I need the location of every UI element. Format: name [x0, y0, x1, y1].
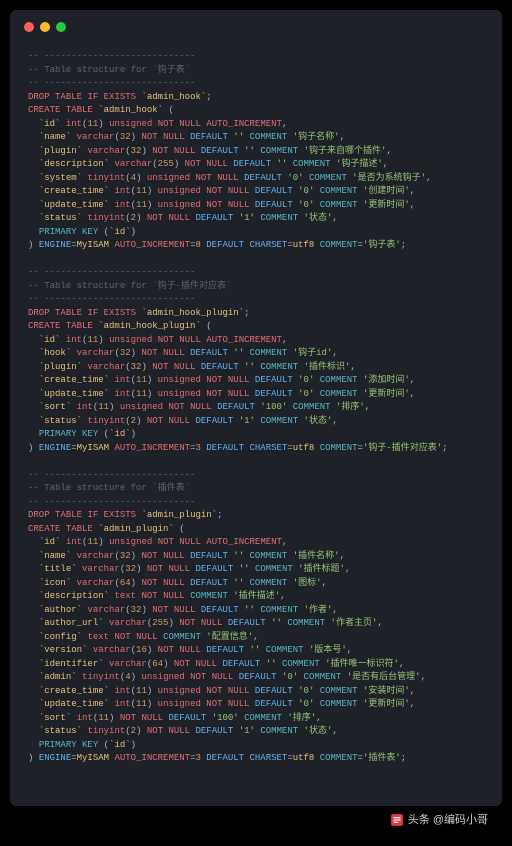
- code-line: CREATE TABLE `admin_hook_plugin` (: [28, 320, 484, 334]
- code-line: `name` varchar(32) NOT NULL DEFAULT '' C…: [28, 131, 484, 145]
- code-line: DROP TABLE IF EXISTS `admin_hook_plugin`…: [28, 307, 484, 321]
- code-line: ) ENGINE=MyISAM AUTO_INCREMENT=8 DEFAULT…: [28, 239, 484, 253]
- code-line: `identifier` varchar(64) NOT NULL DEFAUL…: [28, 658, 484, 672]
- code-line: `plugin` varchar(32) NOT NULL DEFAULT ''…: [28, 361, 484, 375]
- code-line: `status` tinyint(2) NOT NULL DEFAULT '1'…: [28, 212, 484, 226]
- code-line: `version` varchar(16) NOT NULL DEFAULT '…: [28, 644, 484, 658]
- code-line: `plugin` varchar(32) NOT NULL DEFAULT ''…: [28, 145, 484, 159]
- code-line: `id` int(11) unsigned NOT NULL AUTO_INCR…: [28, 334, 484, 348]
- code-line: CREATE TABLE `admin_plugin` (: [28, 523, 484, 537]
- code-line: `config` text NOT NULL COMMENT '配置信息',: [28, 631, 484, 645]
- code-line: `update_time` int(11) unsigned NOT NULL …: [28, 199, 484, 213]
- code-line: `system` tinyint(4) unsigned NOT NULL DE…: [28, 172, 484, 186]
- code-line: `name` varchar(32) NOT NULL DEFAULT '' C…: [28, 550, 484, 564]
- code-line: `status` tinyint(2) NOT NULL DEFAULT '1'…: [28, 415, 484, 429]
- code-line: PRIMARY KEY (`id`): [28, 739, 484, 753]
- code-line: `author_url` varchar(255) NOT NULL DEFAU…: [28, 617, 484, 631]
- comment-line: -- Table structure for `钩子表`: [28, 64, 484, 78]
- code-line: `create_time` int(11) unsigned NOT NULL …: [28, 685, 484, 699]
- code-line: `update_time` int(11) unsigned NOT NULL …: [28, 698, 484, 712]
- code-line: `title` varchar(32) NOT NULL DEFAULT '' …: [28, 563, 484, 577]
- comment-line: -- ----------------------------: [28, 469, 484, 483]
- titlebar: [10, 10, 502, 40]
- comment-line: -- Table structure for `插件表`: [28, 482, 484, 496]
- comment-line: -- ----------------------------: [28, 266, 484, 280]
- code-line: `update_time` int(11) unsigned NOT NULL …: [28, 388, 484, 402]
- toutiao-icon: [390, 813, 404, 827]
- code-line: ) ENGINE=MyISAM AUTO_INCREMENT=3 DEFAULT…: [28, 752, 484, 766]
- comment-line: -- ----------------------------: [28, 496, 484, 510]
- comment-line: -- Table structure for `钩子-插件对应表`: [28, 280, 484, 294]
- code-line: ) ENGINE=MyISAM AUTO_INCREMENT=3 DEFAULT…: [28, 442, 484, 456]
- code-line: `icon` varchar(64) NOT NULL DEFAULT '' C…: [28, 577, 484, 591]
- comment-line: -- ----------------------------: [28, 50, 484, 64]
- code-editor[interactable]: -- ---------------------------- -- Table…: [10, 40, 502, 806]
- code-line: DROP TABLE IF EXISTS `admin_plugin`;: [28, 509, 484, 523]
- watermark-text: 头条 @编码小哥: [408, 812, 488, 829]
- close-icon[interactable]: [24, 22, 34, 32]
- code-line: `author` varchar(32) NOT NULL DEFAULT ''…: [28, 604, 484, 618]
- code-line: `create_time` int(11) unsigned NOT NULL …: [28, 185, 484, 199]
- watermark: 头条 @编码小哥: [10, 806, 502, 837]
- comment-line: -- ----------------------------: [28, 293, 484, 307]
- code-line: `description` varchar(255) NOT NULL DEFA…: [28, 158, 484, 172]
- terminal-window: -- ---------------------------- -- Table…: [10, 10, 502, 806]
- code-line: `create_time` int(11) unsigned NOT NULL …: [28, 374, 484, 388]
- comment-line: -- ----------------------------: [28, 77, 484, 91]
- minimize-icon[interactable]: [40, 22, 50, 32]
- code-line: DROP TABLE IF EXISTS `admin_hook`;: [28, 91, 484, 105]
- code-line: PRIMARY KEY (`id`): [28, 226, 484, 240]
- code-line: PRIMARY KEY (`id`): [28, 428, 484, 442]
- zoom-icon[interactable]: [56, 22, 66, 32]
- code-line: `id` int(11) unsigned NOT NULL AUTO_INCR…: [28, 536, 484, 550]
- code-line: `sort` int(11) NOT NULL DEFAULT '100' CO…: [28, 712, 484, 726]
- code-line: `sort` int(11) unsigned NOT NULL DEFAULT…: [28, 401, 484, 415]
- code-line: CREATE TABLE `admin_hook` (: [28, 104, 484, 118]
- code-line: `id` int(11) unsigned NOT NULL AUTO_INCR…: [28, 118, 484, 132]
- code-line: `admin` tinyint(4) unsigned NOT NULL DEF…: [28, 671, 484, 685]
- code-line: `status` tinyint(2) NOT NULL DEFAULT '1'…: [28, 725, 484, 739]
- code-line: `description` text NOT NULL COMMENT '插件描…: [28, 590, 484, 604]
- code-line: `hook` varchar(32) NOT NULL DEFAULT '' C…: [28, 347, 484, 361]
